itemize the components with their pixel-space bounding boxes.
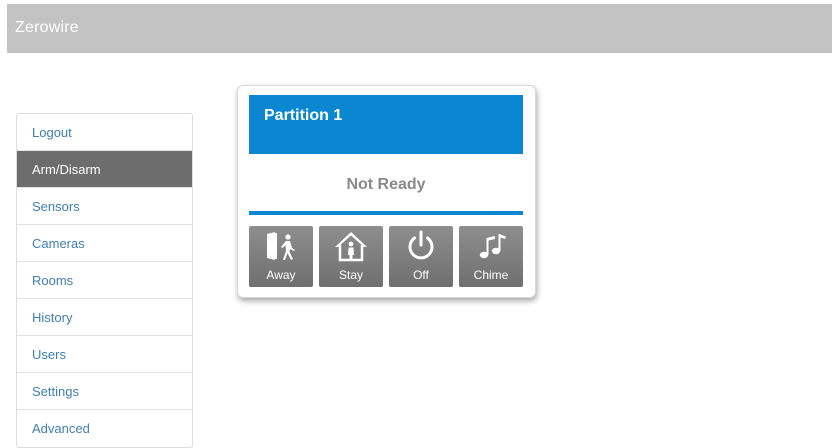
sidebar-item-history[interactable]: History [17, 299, 192, 336]
partition-title: Partition 1 [264, 107, 343, 124]
arm-button-row: Away Stay Off Chime [249, 226, 524, 287]
app-title: Zerowire [15, 19, 79, 36]
off-button[interactable]: Off [389, 226, 453, 287]
sidebar-item-cameras[interactable]: Cameras [17, 225, 192, 262]
partition-status: Not Ready [346, 176, 426, 193]
stay-home-icon [319, 230, 383, 262]
sidebar-item-rooms[interactable]: Rooms [17, 262, 192, 299]
away-button-label: Away [266, 268, 296, 282]
partition-header: Partition 1 [249, 95, 523, 154]
sidebar-item-settings[interactable]: Settings [17, 373, 192, 410]
sidebar-item-advanced[interactable]: Advanced [17, 410, 192, 447]
partition-panel: Partition 1 Not Ready Away Stay Off Chim… [237, 85, 536, 298]
chime-button-label: Chime [473, 268, 509, 282]
sidebar-item-users[interactable]: Users [17, 336, 192, 373]
music-note-icon [459, 230, 523, 262]
chime-button[interactable]: Chime [459, 226, 523, 287]
sidebar-item-logout[interactable]: Logout [17, 114, 192, 151]
away-icon [249, 230, 313, 262]
off-button-label: Off [413, 268, 429, 282]
status-divider [249, 211, 523, 215]
stay-button-label: Stay [338, 268, 363, 282]
power-icon [389, 230, 453, 262]
away-button[interactable]: Away [249, 226, 313, 287]
stay-button[interactable]: Stay [319, 226, 383, 287]
top-bar: Zerowire [7, 4, 832, 53]
sidebar-item-arm-disarm[interactable]: Arm/Disarm [17, 151, 192, 188]
sidebar-item-sensors[interactable]: Sensors [17, 188, 192, 225]
sidebar-nav: Logout Arm/Disarm Sensors Cameras Rooms … [16, 113, 193, 448]
